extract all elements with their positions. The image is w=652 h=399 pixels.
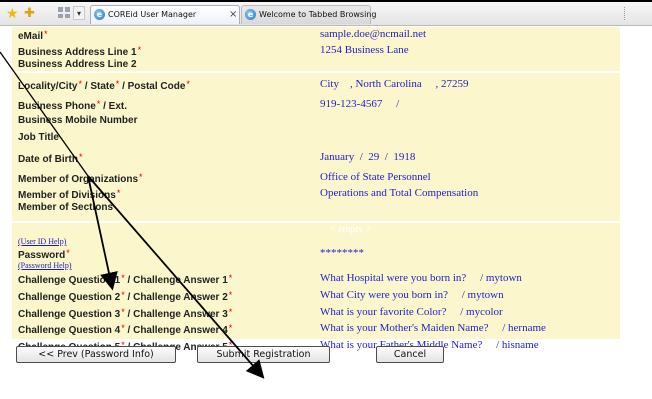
cancel-button[interactable]: Cancel: [376, 346, 444, 363]
tab-welcome[interactable]: e Welcome to Tabbed Browsing: [241, 5, 376, 24]
field-value-challenge-1: What Hospital were you born in? / mytown: [320, 272, 522, 284]
field-row-organizations: Member of Organizations* Office of State…: [12, 170, 620, 185]
field-label: Member of Organizations*: [18, 172, 143, 185]
prev-password-info-button[interactable]: << Prev (Password Info): [16, 346, 176, 363]
field-value-email: sample.doe@ncmail.net: [320, 28, 427, 40]
field-value-address-1: 1254 Business Lane: [320, 44, 409, 56]
field-row-mobile: Business Mobile Number: [12, 114, 620, 128]
registration-form: eMail* sample.doe@ncmail.net Business Ad…: [12, 27, 620, 373]
browser-tab-bar: ★ ✚ ▾ e COREid User Manager × e Welcome …: [0, 2, 652, 26]
field-row-challenge-1: Challenge Question 1* / Challenge Answer…: [12, 271, 620, 286]
field-label: Business Address Line 2: [18, 59, 137, 70]
ie-icon: e: [245, 9, 256, 20]
field-row-phone: Business Phone* / Ext. 919-123-4567 /: [12, 97, 620, 112]
field-value-phone: 919-123-4567 /: [320, 98, 400, 110]
add-favorites-icon[interactable]: ✚: [24, 6, 35, 20]
field-row-address-2: Business Address Line 2: [12, 58, 620, 72]
field-value-dob: January / 29 / 1918: [320, 151, 416, 163]
field-row-challenge-3: Challenge Question 3* / Challenge Answer…: [12, 305, 620, 320]
field-label: Business Phone* / Ext.: [18, 99, 128, 112]
field-row-divisions: Member of Divisions* Operations and Tota…: [12, 186, 620, 201]
tab-corid-user-manager[interactable]: e COREid User Manager ×: [90, 5, 240, 24]
field-value-password: ********: [320, 247, 364, 259]
field-row-job-title: Job Title: [12, 131, 620, 145]
field-label: Challenge Question 4* / Challenge Answer…: [18, 323, 233, 336]
field-label: Challenge Question 3* / Challenge Answer…: [18, 307, 233, 320]
field-value-challenge-3: What is your favorite Color? / mycolor: [320, 306, 503, 318]
quick-tabs-icon[interactable]: [58, 7, 70, 18]
tab-list-chevron-down-icon[interactable]: ▾: [73, 6, 85, 20]
field-value-divisions: Operations and Total Compensation: [320, 187, 479, 199]
field-row-challenge-4: Challenge Question 4* / Challenge Answer…: [12, 321, 620, 336]
field-row-challenge-2: Challenge Question 2* / Challenge Answer…: [12, 288, 620, 303]
field-label: eMail*: [18, 29, 48, 42]
field-label: Job Title: [18, 132, 59, 143]
toolbar-separator: [624, 7, 625, 20]
field-label: Business Mobile Number: [18, 115, 138, 126]
password-help-link[interactable]: (Password Help): [18, 261, 72, 271]
field-row-locality: Locality/City* / State* / Postal Code* C…: [12, 77, 620, 92]
close-icon[interactable]: ×: [229, 6, 237, 23]
field-label: Member of Sections: [18, 202, 114, 213]
ie-icon: e: [94, 9, 105, 20]
field-label: Challenge Question 2* / Challenge Answer…: [18, 290, 233, 303]
field-row-sections: Member of Sections: [12, 201, 620, 215]
field-value-locality: City , North Carolina , 27259: [320, 78, 469, 90]
field-row-dob: Date of Birth* January / 29 / 1918: [12, 150, 620, 165]
favorites-star-icon[interactable]: ★: [6, 6, 19, 20]
field-label: Challenge Question 1* / Challenge Answer…: [18, 273, 233, 286]
field-row-address-1: Business Address Line 1* 1254 Business L…: [12, 43, 620, 58]
field-label: Locality/City* / State* / Postal Code*: [18, 79, 190, 92]
field-label: Date of Birth*: [18, 152, 83, 165]
field-row-email: eMail* sample.doe@ncmail.net: [12, 27, 620, 42]
field-row-user-id: < empty >: [12, 223, 620, 237]
field-value-challenge-2: What City were you born in? / mytown: [320, 289, 504, 301]
field-value-challenge-4: What is your Mother's Maiden Name? / her…: [320, 322, 546, 334]
field-value-organizations: Office of State Personnel: [320, 171, 431, 183]
field-row-password: Password* ********: [12, 246, 620, 261]
user-id-empty-value: < empty >: [330, 224, 372, 235]
tab-label: COREid User Manager: [108, 10, 197, 19]
submit-registration-button[interactable]: Submit Registration: [197, 346, 330, 363]
tab-label: Welcome to Tabbed Browsing: [259, 10, 377, 19]
